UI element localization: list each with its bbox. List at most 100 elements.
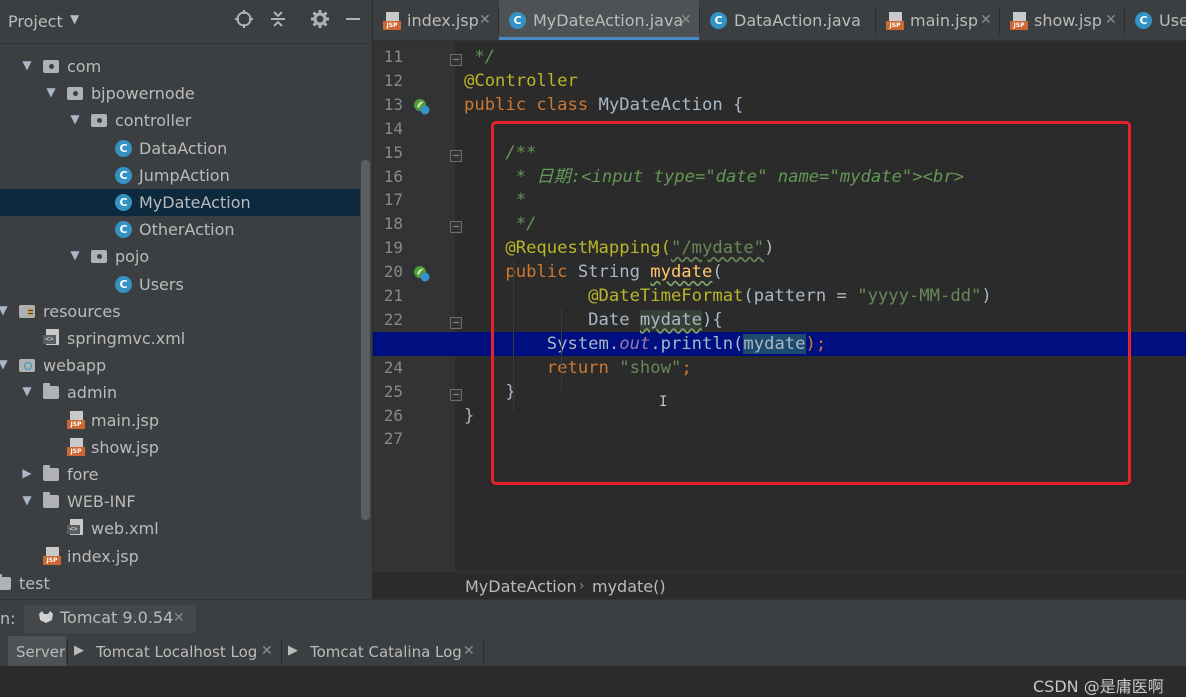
code-line[interactable]: public class MyDateAction {	[464, 93, 743, 117]
editor-tab[interactable]: C User	[1125, 0, 1186, 40]
tree-item-label: main.jsp	[91, 410, 159, 430]
tomcat-icon	[38, 610, 54, 628]
chevron-down-icon[interactable]: ▼	[44, 85, 58, 99]
line-number: 25	[383, 381, 403, 401]
fold-marker-icon[interactable]	[450, 221, 462, 234]
editor-tab[interactable]: JSP show.jsp ✕	[1000, 0, 1124, 40]
code-token: */	[464, 47, 496, 67]
tree-item[interactable]: C Users	[0, 271, 360, 298]
tree-item[interactable]: ▶ fore	[0, 461, 360, 488]
line-number: 22	[383, 309, 403, 329]
tree-item[interactable]: ▶test	[0, 570, 360, 597]
java-class-icon: C	[115, 139, 132, 157]
fold-marker-icon[interactable]	[450, 54, 462, 66]
breadcrumb-class[interactable]: MyDateAction	[465, 577, 577, 596]
line-number: 27	[383, 429, 403, 449]
tree-item[interactable]: JSP show.jsp	[0, 434, 360, 461]
tree-item[interactable]: C OtherAction	[0, 216, 360, 243]
tree-item[interactable]: ▼ webapp	[0, 352, 360, 379]
editor-tab[interactable]: JSP index.jsp ✕	[373, 0, 498, 40]
code-line[interactable]: @Controller	[464, 69, 578, 93]
close-icon[interactable]: ✕	[680, 12, 692, 28]
chevron-right-icon[interactable]: ▶	[20, 466, 34, 480]
tree-item-label: MyDateAction	[139, 193, 251, 212]
tree-item[interactable]: JSP main.jsp	[0, 407, 360, 434]
fold-marker-icon[interactable]	[450, 149, 462, 162]
resources-folder-icon	[19, 304, 35, 318]
java-class-icon: C	[509, 12, 527, 30]
close-icon[interactable]: ✕	[980, 12, 992, 28]
tree-item[interactable]: ▼ com	[0, 53, 360, 80]
line-number: 12	[383, 70, 403, 90]
editor-tab[interactable]: C MyDateAction.java ✕	[499, 0, 699, 40]
spring-bean-icon[interactable]	[413, 265, 431, 283]
line-number: 11	[383, 47, 403, 66]
spring-bean-icon[interactable]	[413, 98, 431, 116]
tree-item[interactable]: ▼ pojo	[0, 243, 360, 270]
tree-item[interactable]: C JumpAction	[0, 162, 360, 189]
run-config-label: Tomcat 9.0.54	[60, 608, 174, 627]
code-line[interactable]: */	[464, 45, 495, 69]
chevron-down-icon[interactable]: ▼	[70, 12, 79, 26]
tree-item[interactable]: ▼ bjpowernode	[0, 80, 360, 107]
chevron-down-icon[interactable]: ▼	[68, 112, 82, 126]
fold-marker-icon[interactable]	[450, 316, 462, 329]
hide-icon[interactable]	[341, 9, 365, 33]
web-folder-icon	[19, 359, 35, 373]
close-icon[interactable]: ✕	[1105, 12, 1117, 28]
tree-item[interactable]: ▼ resources	[0, 298, 360, 325]
package-icon	[67, 87, 83, 101]
close-icon[interactable]: ✕	[261, 643, 273, 659]
jsp-file-icon: JSP	[43, 546, 61, 565]
chevron-down-icon[interactable]: ▼	[68, 248, 82, 262]
run-config-tab[interactable]: Tomcat 9.0.54 ✕	[24, 605, 196, 633]
close-icon[interactable]: ✕	[479, 12, 491, 28]
tree-item[interactable]: ▼ controller	[0, 107, 360, 134]
tree-item-label: pojo	[115, 247, 150, 267]
chevron-down-icon[interactable]: ▼	[20, 384, 34, 398]
project-title[interactable]: Project	[8, 12, 63, 31]
tree-item[interactable]: JSP index.jsp	[0, 543, 360, 570]
code-token: MyDateAction {	[598, 94, 744, 115]
line-number: 26	[383, 405, 403, 425]
editor-tab[interactable]: C DataAction.java	[700, 0, 875, 40]
locate-icon[interactable]	[232, 9, 256, 33]
project-scrollbar[interactable]	[361, 160, 370, 520]
code-token: @Controller	[464, 70, 578, 91]
java-class-icon: C	[1135, 12, 1153, 30]
tree-item-label: fore	[67, 465, 99, 484]
java-class-icon: C	[115, 194, 132, 211]
highlight-annotation-box	[491, 121, 1131, 485]
chevron-down-icon[interactable]: ▼	[20, 493, 34, 507]
tab-localhost-log[interactable]: ▶ Tomcat Localhost Log ✕	[68, 636, 280, 666]
chevron-down-icon[interactable]: ▼	[0, 357, 10, 371]
line-number: 17	[383, 190, 403, 210]
jsp-file-icon: JSP	[67, 410, 85, 429]
package-icon	[43, 60, 59, 73]
tree-item[interactable]: C MyDateAction	[0, 189, 360, 216]
chevron-down-icon[interactable]: ▼	[20, 58, 34, 72]
editor-tab-bar: JSP index.jsp ✕ C MyDateAction.java ✕ C DataAct…	[373, 0, 1186, 41]
editor-tab-label: MyDateAction.java	[533, 11, 684, 30]
fold-marker-icon[interactable]	[450, 388, 462, 401]
chevron-down-icon[interactable]: ▼	[0, 303, 10, 317]
breadcrumb-method[interactable]: mydate()	[592, 577, 666, 596]
editor-tab[interactable]: JSP main.jsp ✕	[876, 0, 999, 40]
close-icon[interactable]: ✕	[173, 610, 185, 626]
tree-item[interactable]: ▼ WEB-INF	[0, 488, 360, 515]
xml-file-icon: <>	[67, 519, 85, 537]
tab-catalina-log[interactable]: ▶ Tomcat Catalina Log ✕	[282, 636, 482, 666]
code-line[interactable]: }	[464, 404, 474, 428]
settings-icon[interactable]	[308, 9, 332, 33]
jsp-file-icon: JSP	[383, 12, 401, 30]
collapse-all-icon[interactable]	[266, 9, 290, 33]
tree-item[interactable]: <> springmvc.xml	[0, 325, 360, 352]
package-icon	[91, 114, 107, 128]
tree-item[interactable]: C DataAction	[0, 135, 360, 162]
tree-item[interactable]: <> web.xml	[0, 515, 360, 542]
tree-item[interactable]: ▼ admin	[0, 379, 360, 406]
close-icon[interactable]: ✕	[463, 643, 475, 659]
editor-tab-label: User	[1159, 11, 1186, 30]
tab-server[interactable]: Server	[8, 636, 66, 666]
code-token: public class	[464, 94, 599, 115]
